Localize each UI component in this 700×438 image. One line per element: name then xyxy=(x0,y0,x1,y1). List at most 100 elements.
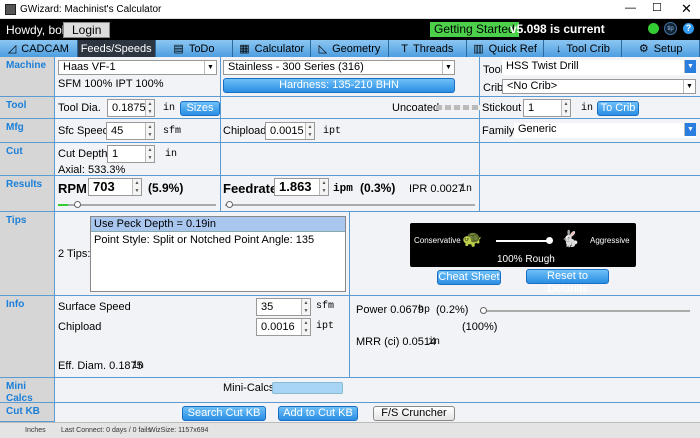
cut-depth-input[interactable]: 1 ▲ ▼ xyxy=(107,145,155,163)
power-percent: (0.2%) xyxy=(436,304,469,316)
spinner-icon[interactable]: ▲ ▼ xyxy=(145,123,154,139)
tab-label: Tool Crib xyxy=(566,42,610,55)
spinner-icon[interactable]: ▲ ▼ xyxy=(145,146,154,162)
tab-todo[interactable]: ▤ ToDo xyxy=(155,40,234,57)
sfc-speed-input[interactable]: 45 ▲ ▼ xyxy=(106,122,155,140)
tip-item[interactable]: Use Peck Depth = 0.19in xyxy=(91,217,345,232)
surface-speed-unit: sfm xyxy=(316,301,335,312)
crib-select[interactable]: <No Crib> ▼ xyxy=(502,79,696,94)
crib-value: <No Crib> xyxy=(507,80,558,92)
tool-dia-value: 0.1875 xyxy=(112,102,146,114)
cheat-sheet-button[interactable]: Cheat Sheet xyxy=(437,270,501,285)
spinner-icon[interactable]: ▲ ▼ xyxy=(305,123,314,139)
rpm-input[interactable]: 703 ▲ ▼ xyxy=(88,178,142,196)
getting-started-button[interactable]: Getting Started xyxy=(430,22,519,37)
tab-label: CADCAM xyxy=(21,42,69,55)
surface-speed-label: Surface Speed xyxy=(58,301,131,313)
reset-defaults-button[interactable]: Reset to Defaults xyxy=(526,269,609,295)
spinner-icon[interactable]: ▲ ▼ xyxy=(132,179,141,195)
rpm-slider[interactable] xyxy=(58,201,216,208)
aggressiveness-panel[interactable]: Conservative 🐢 🐇 Aggressive 100% Rough xyxy=(410,223,636,267)
spinner-icon[interactable]: ▲ ▼ xyxy=(145,100,154,116)
tab-geometry[interactable]: ◺ Geometry xyxy=(311,40,389,57)
power-slider[interactable] xyxy=(480,307,690,314)
chipload-input[interactable]: 0.0015 ▲ ▼ xyxy=(265,122,315,140)
feedrate-label: Feedrate xyxy=(223,181,278,196)
help-icon[interactable]: ? xyxy=(683,23,694,34)
chevron-down-icon: ▼ xyxy=(442,61,454,74)
rabbit-icon: 🐇 xyxy=(560,231,580,248)
tab-label: ToDo xyxy=(188,42,215,55)
stickout-label: Stickout xyxy=(482,102,522,114)
status-bar: Inches Last Connect: 0 days / 0 fails Wi… xyxy=(0,422,700,438)
tip-item[interactable]: Point Style: Split or Notched Point Angl… xyxy=(91,232,345,248)
stickout-unit: in xyxy=(581,103,594,114)
to-crib-button[interactable]: To Crib xyxy=(597,101,639,116)
login-button[interactable]: Login xyxy=(63,22,111,38)
chipload-unit: ipt xyxy=(323,126,342,137)
tab-quick-ref[interactable]: ▥ Quick Ref xyxy=(466,40,545,57)
rpm-label: RPM xyxy=(58,181,87,196)
stickout-input[interactable]: 1 ▲ ▼ xyxy=(523,99,571,117)
tool-dia-label: Tool Dia. xyxy=(58,102,101,114)
tab-threads[interactable]: T Threads xyxy=(388,40,467,57)
main-tabs: ◿ CADCAM Feeds/Speeds ▤ ToDo ▦ Calculator ◺… xyxy=(0,40,700,57)
power-icon[interactable] xyxy=(648,23,659,34)
mini-calcs-select[interactable] xyxy=(272,382,343,394)
tab-tool-crib[interactable]: ↓ Tool Crib xyxy=(544,40,623,57)
tab-label: Threads xyxy=(412,42,454,55)
tab-label: Setup xyxy=(653,42,683,55)
eff-diam-unit: in xyxy=(132,361,145,372)
family-select[interactable]: Generic ▼ xyxy=(514,123,696,138)
fs-cruncher-button[interactable]: F/S Cruncher xyxy=(373,406,455,421)
feedrate-input[interactable]: 1.863 ▲ ▼ xyxy=(274,178,329,196)
tab-label: Calculator xyxy=(254,42,305,55)
surface-speed-input[interactable]: 35 ▲ ▼ xyxy=(256,298,311,316)
todo-icon: ▤ xyxy=(173,43,184,55)
section-cut-kb: Cut KB xyxy=(0,403,55,422)
section-info: Info xyxy=(0,296,55,378)
aggressiveness-slider[interactable] xyxy=(496,240,548,242)
machine-value: Haas VF-1 xyxy=(63,61,116,73)
hardness-button[interactable]: Hardness: 135-210 BHN xyxy=(223,78,455,93)
tool-type-select[interactable]: HSS Twist Drill ▼ xyxy=(502,60,696,75)
drill-image xyxy=(436,105,480,110)
chevron-down-icon: ▼ xyxy=(684,123,696,136)
search-cut-kb-button[interactable]: Search Cut KB xyxy=(182,406,266,421)
tab-label: Quick Ref xyxy=(488,42,537,55)
spinner-icon[interactable]: ▲ ▼ xyxy=(301,319,310,335)
section-tool: Tool xyxy=(0,97,55,119)
feedrate-slider[interactable] xyxy=(225,201,475,208)
tip-icon[interactable]: tip xyxy=(664,22,677,35)
info-chipload-value: 0.0016 xyxy=(261,321,295,333)
spinner-icon[interactable]: ▲ ▼ xyxy=(319,179,328,195)
material-select[interactable]: Stainless - 300 Series (316) ▼ xyxy=(223,60,455,75)
sfc-speed-unit: sfm xyxy=(163,126,182,137)
tool-label: Tool xyxy=(483,64,504,76)
rpm-value: 703 xyxy=(93,179,115,194)
sizes-button[interactable]: Sizes xyxy=(180,101,220,116)
machine-select[interactable]: Haas VF-1 ▼ xyxy=(58,60,217,75)
tab-calculator[interactable]: ▦ Calculator xyxy=(233,40,312,57)
info-chipload-input[interactable]: 0.0016 ▲ ▼ xyxy=(256,318,311,336)
spinner-icon[interactable]: ▲ ▼ xyxy=(301,299,310,315)
spinner-icon[interactable]: ▲ ▼ xyxy=(561,100,570,116)
tab-feeds-speeds[interactable]: Feeds/Speeds xyxy=(77,40,156,57)
info-chipload-label: Chipload xyxy=(58,321,102,333)
close-button[interactable]: ✕ xyxy=(681,1,692,17)
tips-list[interactable]: Use Peck Depth = 0.19in Point Style: Spl… xyxy=(90,216,346,292)
tool-dia-input[interactable]: 0.1875 ▲ ▼ xyxy=(107,99,155,117)
add-to-cut-kb-button[interactable]: Add to Cut KB xyxy=(278,406,358,421)
section-tips: Tips xyxy=(0,212,55,296)
slider-knob[interactable] xyxy=(225,201,233,208)
tab-setup[interactable]: ⚙ Setup xyxy=(622,40,700,57)
tool-icon: ↓ xyxy=(555,42,562,55)
aggressiveness-value: 100% Rough xyxy=(497,254,555,265)
slider-knob[interactable] xyxy=(74,201,82,208)
tab-cadcam[interactable]: ◿ CADCAM xyxy=(0,40,78,57)
minimize-button[interactable]: — xyxy=(625,2,636,14)
slider-knob[interactable] xyxy=(480,307,488,314)
chevron-down-icon: ▼ xyxy=(683,80,695,93)
maximize-button[interactable]: ☐ xyxy=(652,1,662,14)
slider-knob[interactable] xyxy=(546,237,553,244)
